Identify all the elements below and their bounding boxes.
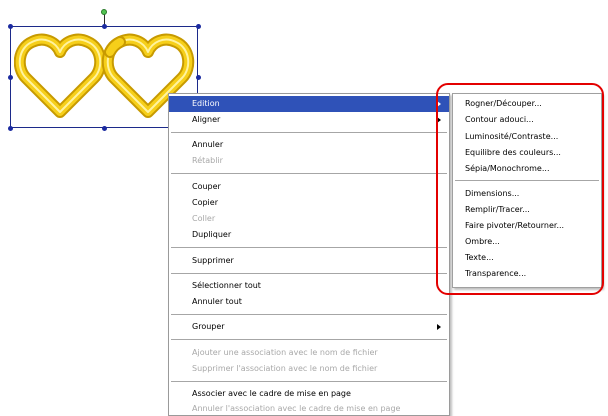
menu-item-retablir: Rétablir (169, 153, 449, 169)
menu-item-associer-cadre[interactable]: Associer avec le cadre de mise en page (169, 386, 449, 402)
menu-item-label: Annuler (192, 140, 224, 149)
context-menu: Edition Aligner Annuler Rétablir Couper … (168, 93, 450, 416)
resize-handle-top-right[interactable] (196, 24, 201, 29)
submenu-item-label: Equilibre des couleurs... (465, 148, 561, 157)
menu-separator (171, 247, 447, 248)
menu-item-annuler-association-cadre: Annuler l'association avec le cadre de m… (169, 401, 449, 416)
rotation-handle[interactable] (101, 9, 107, 15)
menu-item-couper[interactable]: Couper (169, 179, 449, 195)
menu-item-aligner[interactable]: Aligner (169, 112, 449, 128)
resize-handle-top-left[interactable] (8, 24, 13, 29)
menu-separator (171, 339, 447, 340)
submenu-item-dimensions[interactable]: Dimensions... (453, 186, 601, 201)
menu-item-label: Annuler tout (192, 297, 242, 306)
submenu-item-transparence[interactable]: Transparence... (453, 266, 601, 281)
menu-separator (171, 381, 447, 382)
submenu-arrow-icon (437, 117, 441, 123)
menu-item-label: Couper (192, 182, 221, 191)
menu-item-copier[interactable]: Copier (169, 195, 449, 211)
menu-item-label: Annuler l'association avec le cadre de m… (192, 404, 401, 413)
menu-item-label: Aligner (192, 115, 221, 124)
menu-item-label: Grouper (192, 322, 225, 331)
resize-handle-top[interactable] (102, 24, 107, 29)
submenu-item-label: Dimensions... (465, 189, 520, 198)
submenu-item-remplir[interactable]: Remplir/Tracer... (453, 202, 601, 217)
submenu-item-ombre[interactable]: Ombre... (453, 234, 601, 249)
submenu-item-texte[interactable]: Texte... (453, 250, 601, 265)
submenu-item-luminosite[interactable]: Luminosité/Contraste... (453, 129, 601, 144)
submenu-item-label: Faire pivoter/Retourner... (465, 221, 565, 230)
menu-separator (171, 273, 447, 274)
menu-item-coller: Coller (169, 211, 449, 227)
submenu-item-label: Texte... (465, 253, 494, 262)
submenu-item-faire-pivoter[interactable]: Faire pivoter/Retourner... (453, 218, 601, 233)
menu-separator (171, 314, 447, 315)
menu-item-annuler[interactable]: Annuler (169, 137, 449, 153)
menu-separator (171, 173, 447, 174)
resize-handle-bottom-left[interactable] (8, 126, 13, 131)
submenu-item-rogner[interactable]: Rogner/Découper... (453, 96, 601, 111)
menu-item-label: Supprimer (192, 256, 234, 265)
menu-separator (455, 180, 599, 181)
menu-item-supprimer-association: Supprimer l'association avec le nom de f… (169, 361, 449, 377)
menu-item-dupliquer[interactable]: Dupliquer (169, 227, 449, 243)
menu-item-label: Coller (192, 214, 216, 223)
menu-item-ajouter-association: Ajouter une association avec le nom de f… (169, 345, 449, 361)
menu-item-label: Dupliquer (192, 230, 232, 239)
resize-handle-bottom[interactable] (102, 126, 107, 131)
canvas: Edition Aligner Annuler Rétablir Couper … (0, 0, 608, 416)
submenu-arrow-icon (437, 324, 441, 330)
submenu-item-label: Luminosité/Contraste... (465, 132, 559, 141)
submenu-item-label: Contour adouci... (465, 115, 534, 124)
submenu-arrow-icon (437, 101, 441, 107)
menu-item-annuler-tout[interactable]: Annuler tout (169, 294, 449, 310)
menu-item-label: Associer avec le cadre de mise en page (192, 389, 351, 398)
menu-item-label: Supprimer l'association avec le nom de f… (192, 364, 378, 373)
submenu-item-label: Rogner/Découper... (465, 99, 542, 108)
menu-item-label: Ajouter une association avec le nom de f… (192, 348, 378, 357)
menu-item-label: Rétablir (192, 156, 223, 165)
submenu-item-equilibre[interactable]: Equilibre des couleurs... (453, 145, 601, 160)
menu-item-label: Edition (192, 99, 220, 108)
resize-handle-right[interactable] (196, 75, 201, 80)
submenu-item-label: Transparence... (465, 269, 527, 278)
menu-item-supprimer[interactable]: Supprimer (169, 253, 449, 269)
menu-item-label: Copier (192, 198, 218, 207)
submenu-item-label: Sépia/Monochrome... (465, 164, 550, 173)
submenu-item-label: Ombre... (465, 237, 500, 246)
menu-item-grouper[interactable]: Grouper (169, 319, 449, 335)
menu-separator (171, 132, 447, 133)
submenu-item-sepia[interactable]: Sépia/Monochrome... (453, 161, 601, 176)
edition-submenu: Rogner/Découper... Contour adouci... Lum… (452, 93, 602, 288)
menu-item-label: Sélectionner tout (192, 281, 261, 290)
submenu-item-contour[interactable]: Contour adouci... (453, 112, 601, 127)
menu-item-selectionner-tout[interactable]: Sélectionner tout (169, 278, 449, 294)
menu-item-edition[interactable]: Edition (169, 96, 449, 112)
resize-handle-left[interactable] (8, 75, 13, 80)
submenu-item-label: Remplir/Tracer... (465, 205, 530, 214)
